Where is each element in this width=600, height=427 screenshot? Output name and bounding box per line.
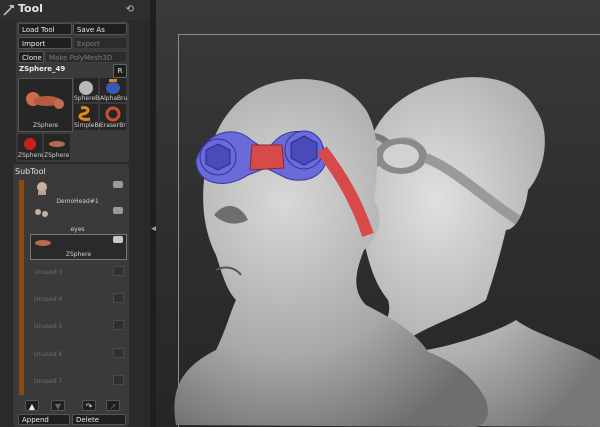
refresh-icon[interactable]: ⟲ (126, 4, 134, 15)
move-down-button[interactable]: ▼ (51, 400, 65, 411)
load-tool-button[interactable]: Load Tool (18, 23, 72, 35)
make-polymesh-button[interactable]: Make PolyMesh3D (45, 51, 127, 63)
zsphere-thumb[interactable]: ZSphere (44, 134, 70, 160)
slot-toggle[interactable] (113, 375, 124, 385)
clone-button[interactable]: Clone (18, 51, 44, 63)
subtool-item-label: ZSphere (65, 251, 92, 258)
alpha-brush-thumb[interactable]: AlphaBru (100, 78, 128, 102)
save-as-button[interactable]: Save As (73, 23, 127, 35)
visibility-eye-icon[interactable] (113, 236, 123, 243)
slot-toggle[interactable] (113, 348, 124, 358)
eraser-icon (105, 106, 121, 122)
zsphere-tool-icon (26, 92, 64, 109)
slot-toggle[interactable] (113, 293, 124, 303)
collapse-arrow-icon[interactable]: ◀ (151, 222, 158, 236)
zsphere-thumbnail-icon (35, 240, 51, 246)
unused-slot[interactable]: Unused 6 (34, 351, 62, 358)
redo-arrow-button[interactable]: ↷ (82, 400, 96, 411)
import-button[interactable]: Import (18, 37, 72, 49)
thumb-label: ZSphere (33, 122, 59, 129)
thumb-label: ZSphere1 (18, 152, 48, 159)
hammer-icon (3, 5, 14, 16)
tool-palette-header: Tool ⟲ (0, 0, 150, 20)
append-button[interactable]: Append (18, 414, 70, 425)
export-button[interactable]: Export (73, 37, 127, 49)
simple-brush-thumb[interactable]: SimpleBru (74, 104, 105, 130)
slot-toggle[interactable] (113, 266, 124, 276)
visibility-eye-icon[interactable] (113, 207, 123, 214)
zsphere-small-icon (49, 141, 65, 147)
eyes-thumbnail-icon (35, 209, 48, 217)
subtool-scroll-strip[interactable] (19, 180, 24, 395)
thumb-label: AlphaBru (100, 95, 128, 102)
sphere-brush-thumb[interactable]: SphereBr (74, 78, 102, 102)
slot-toggle[interactable] (113, 320, 124, 330)
subtool-item-eyes[interactable]: eyes (30, 205, 125, 233)
tool-thumbnail-large[interactable]: ZSphere (18, 78, 73, 132)
subtool-title: SubTool (15, 167, 46, 176)
head-thumbnail-icon (37, 182, 47, 195)
tool-palette: Tool ⟲ Load Tool Save As Import Export C… (0, 0, 150, 427)
simple-brush-icon (78, 106, 91, 121)
thumb-label: ZSphere (44, 152, 70, 159)
red-sphere-icon (24, 138, 36, 150)
sphere-icon (79, 81, 93, 95)
subtool-item-demohead[interactable]: DemoHead#1 (30, 179, 125, 205)
unused-slot[interactable]: Unused 5 (34, 323, 62, 330)
thumb-label: SphereBr (74, 95, 102, 102)
split-arrow-button[interactable]: ↗ (106, 400, 120, 411)
delete-button[interactable]: Delete (72, 414, 126, 425)
visibility-eye-icon[interactable] (113, 181, 123, 188)
zsphere1-thumb[interactable]: ZSphere1 (18, 134, 47, 160)
subtool-item-label: DemoHead#1 (56, 198, 99, 205)
unused-slot[interactable]: Unused 7 (34, 378, 62, 385)
current-tool-name: ZSphere_49 (19, 65, 66, 73)
canvas-viewport[interactable] (156, 0, 600, 427)
sculpt-render (174, 77, 600, 427)
unused-slot[interactable]: Unused 3 (34, 269, 62, 276)
unused-slot[interactable]: Unused 4 (34, 296, 62, 303)
eraser-brush-thumb[interactable]: EraserBr (100, 104, 126, 130)
r-button[interactable]: R (113, 64, 127, 78)
thumb-label: EraserBr (100, 122, 126, 129)
subtool-item-label: eyes (70, 226, 85, 233)
alpha-brush-icon (106, 79, 120, 94)
move-up-button[interactable]: ▲ (25, 400, 39, 411)
tool-palette-title: Tool (18, 2, 43, 15)
